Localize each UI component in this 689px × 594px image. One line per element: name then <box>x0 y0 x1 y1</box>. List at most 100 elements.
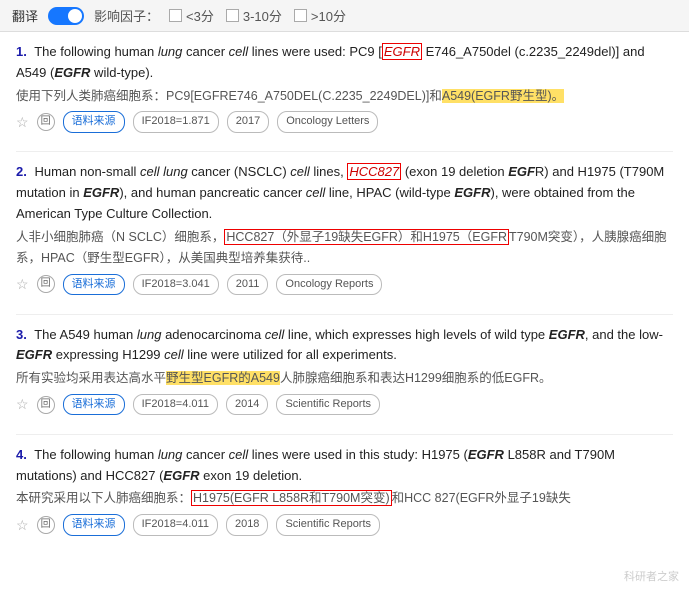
r4-zh2: H1975(EGFR L858R和T790M突变) <box>191 490 392 506</box>
result-4-meta: ☆ 回 语料来源 IF2018=4.011 2018 Scientific Re… <box>16 514 673 536</box>
r3-cell: cell <box>265 327 285 342</box>
filter-3to10-label: 3-10分 <box>243 6 282 25</box>
r4-round-icon[interactable]: 回 <box>37 516 55 534</box>
r1-lung: lung <box>158 44 183 59</box>
r1-star-icon[interactable]: ☆ <box>16 111 29 133</box>
result-4-number: 4. <box>16 447 27 462</box>
r4-source-badge[interactable]: 语料来源 <box>63 514 125 536</box>
r4-t2: cancer <box>182 447 228 462</box>
r4-t5: exon 19 deletion. <box>200 468 303 483</box>
r2-t5: (exon 19 deletion <box>401 164 508 179</box>
r2-star-icon[interactable]: ☆ <box>16 273 29 295</box>
r1-egfr2: EGFR <box>54 65 90 80</box>
result-4-en: 4. The following human lung cancer cell … <box>16 445 673 487</box>
r1-t1: The following human <box>34 44 158 59</box>
result-1-meta: ☆ 回 语料来源 IF2018=1.871 2017 Oncology Lett… <box>16 111 673 133</box>
r3-journal-badge: Scientific Reports <box>276 394 380 416</box>
r2-lung: lung <box>163 164 188 179</box>
r3-t1: The A549 human <box>34 327 137 342</box>
r2-zh1: 人非小细胞肺癌（N SCLC）细胞系， <box>16 230 224 244</box>
filter-lt3-checkbox[interactable] <box>169 9 182 22</box>
r2-round-icon[interactable]: 回 <box>37 275 55 293</box>
divider-2 <box>16 314 673 315</box>
result-3-en: 3. The A549 human lung adenocarcinoma ce… <box>16 325 673 367</box>
r1-zh1: 使用下列人类肺癌细胞系：PC9[EGFRE746_A750DEL(C.2235_… <box>16 89 442 103</box>
r1-zh2: A549(EGFR野生型)。 <box>442 89 564 103</box>
r3-zh3: 人肺腺癌细胞系和表达H1299细胞系的低EGFR。 <box>280 371 552 385</box>
r3-t4: , and the low- <box>585 327 663 342</box>
r1-egfr1: EGFR <box>382 43 422 60</box>
watermark: 科研者之家 <box>624 568 679 584</box>
result-1-en: 1. The following human lung cancer cell … <box>16 42 673 84</box>
r2-cell1: cell <box>140 164 160 179</box>
r1-t2: cancer <box>182 44 228 59</box>
r2-zh2: HCC827（外显子19缺失EGFR）和H1975（EGFR <box>224 229 509 245</box>
r4-zh1: 本研究采用以下人肺癌细胞系： <box>16 491 191 505</box>
result-4-zh: 本研究采用以下人肺癌细胞系：H1975(EGFR L858R和T790M突变)和… <box>16 488 673 509</box>
r4-lung: lung <box>158 447 183 462</box>
r2-egfr3: EGFR <box>454 185 490 200</box>
r3-if-badge: IF2018=4.011 <box>133 394 218 416</box>
r3-lung: lung <box>137 327 162 342</box>
r3-round-icon[interactable]: 回 <box>37 396 55 414</box>
r2-source-badge[interactable]: 语料来源 <box>63 274 125 296</box>
r3-year-badge: 2014 <box>226 394 268 416</box>
toggle-label: 翻译 <box>12 6 38 25</box>
r4-t3: lines were used in this study: H1975 ( <box>248 447 468 462</box>
divider-1 <box>16 151 673 152</box>
result-3-meta: ☆ 回 语料来源 IF2018=4.011 2014 Scientific Re… <box>16 393 673 415</box>
r1-cell: cell <box>229 44 249 59</box>
r1-round-icon[interactable]: 回 <box>37 113 55 131</box>
filter-lt3-label: <3分 <box>186 6 214 25</box>
r3-source-badge[interactable]: 语料来源 <box>63 394 125 416</box>
result-2-en: 2. Human non-small cell lung cancer (NSC… <box>16 162 673 224</box>
result-1-zh: 使用下列人类肺癌细胞系：PC9[EGFRE746_A750DEL(C.2235_… <box>16 86 673 107</box>
results-content: 1. The following human lung cancer cell … <box>0 32 689 564</box>
r2-journal-badge: Oncology Reports <box>276 274 382 296</box>
r2-t3: cancer (NSCLC) <box>188 164 291 179</box>
r4-t1: The following human <box>34 447 158 462</box>
result-2-meta: ☆ 回 语料来源 IF2018=3.041 2011 Oncology Repo… <box>16 273 673 295</box>
r4-year-badge: 2018 <box>226 514 268 536</box>
r2-egfr1: EGF <box>508 164 535 179</box>
filter-group: <3分 3-10分 >10分 <box>169 6 346 25</box>
toggle-knob <box>68 9 82 23</box>
r2-cell3: cell <box>306 185 326 200</box>
filter-label: 影响因子： <box>94 6 159 25</box>
r2-t1: Human non-small <box>34 164 140 179</box>
r4-star-icon[interactable]: ☆ <box>16 514 29 536</box>
result-3-number: 3. <box>16 327 27 342</box>
r3-cell2: cell <box>164 347 184 362</box>
r3-zh2: 野生型EGFR的A549 <box>166 371 280 385</box>
result-2-number: 2. <box>16 164 27 179</box>
result-item-3: 3. The A549 human lung adenocarcinoma ce… <box>16 325 673 416</box>
r3-t3: line, which expresses high levels of wil… <box>284 327 548 342</box>
r3-t6: line were utilized for all experiments. <box>184 347 397 362</box>
r1-journal-badge: Oncology Letters <box>277 111 378 133</box>
translate-toggle[interactable] <box>48 7 84 25</box>
r2-hcc827: HCC827 <box>347 163 401 180</box>
r4-egfr1: EGFR <box>468 447 504 462</box>
r3-star-icon[interactable]: ☆ <box>16 393 29 415</box>
divider-3 <box>16 434 673 435</box>
result-item-1: 1. The following human lung cancer cell … <box>16 42 673 133</box>
r4-cell: cell <box>229 447 249 462</box>
filter-gt10-label: >10分 <box>311 6 346 25</box>
result-3-zh: 所有实验均采用表达高水平野生型EGFR的A549人肺腺癌细胞系和表达H1299细… <box>16 368 673 389</box>
r2-year-badge: 2011 <box>227 274 269 296</box>
top-bar: 翻译 影响因子： <3分 3-10分 >10分 <box>0 0 689 32</box>
r2-t4: lines, <box>310 164 348 179</box>
filter-gt10-checkbox[interactable] <box>294 9 307 22</box>
r1-if-badge: IF2018=1.871 <box>133 111 219 133</box>
r3-egfr1: EGFR <box>549 327 585 342</box>
r2-t7: line, HPAC (wild-type <box>325 185 454 200</box>
r4-journal-badge: Scientific Reports <box>276 514 380 536</box>
r3-egfr2: EGFR <box>16 347 52 362</box>
filter-3to10[interactable]: 3-10分 <box>226 6 282 25</box>
r1-source-badge[interactable]: 语料来源 <box>63 111 125 133</box>
filter-lt3[interactable]: <3分 <box>169 6 214 25</box>
r4-zh3: 和HCC 827(EGFR外显子19缺失 <box>392 491 571 505</box>
r4-egfr2: EGFR <box>163 468 199 483</box>
filter-3to10-checkbox[interactable] <box>226 9 239 22</box>
filter-gt10[interactable]: >10分 <box>294 6 346 25</box>
